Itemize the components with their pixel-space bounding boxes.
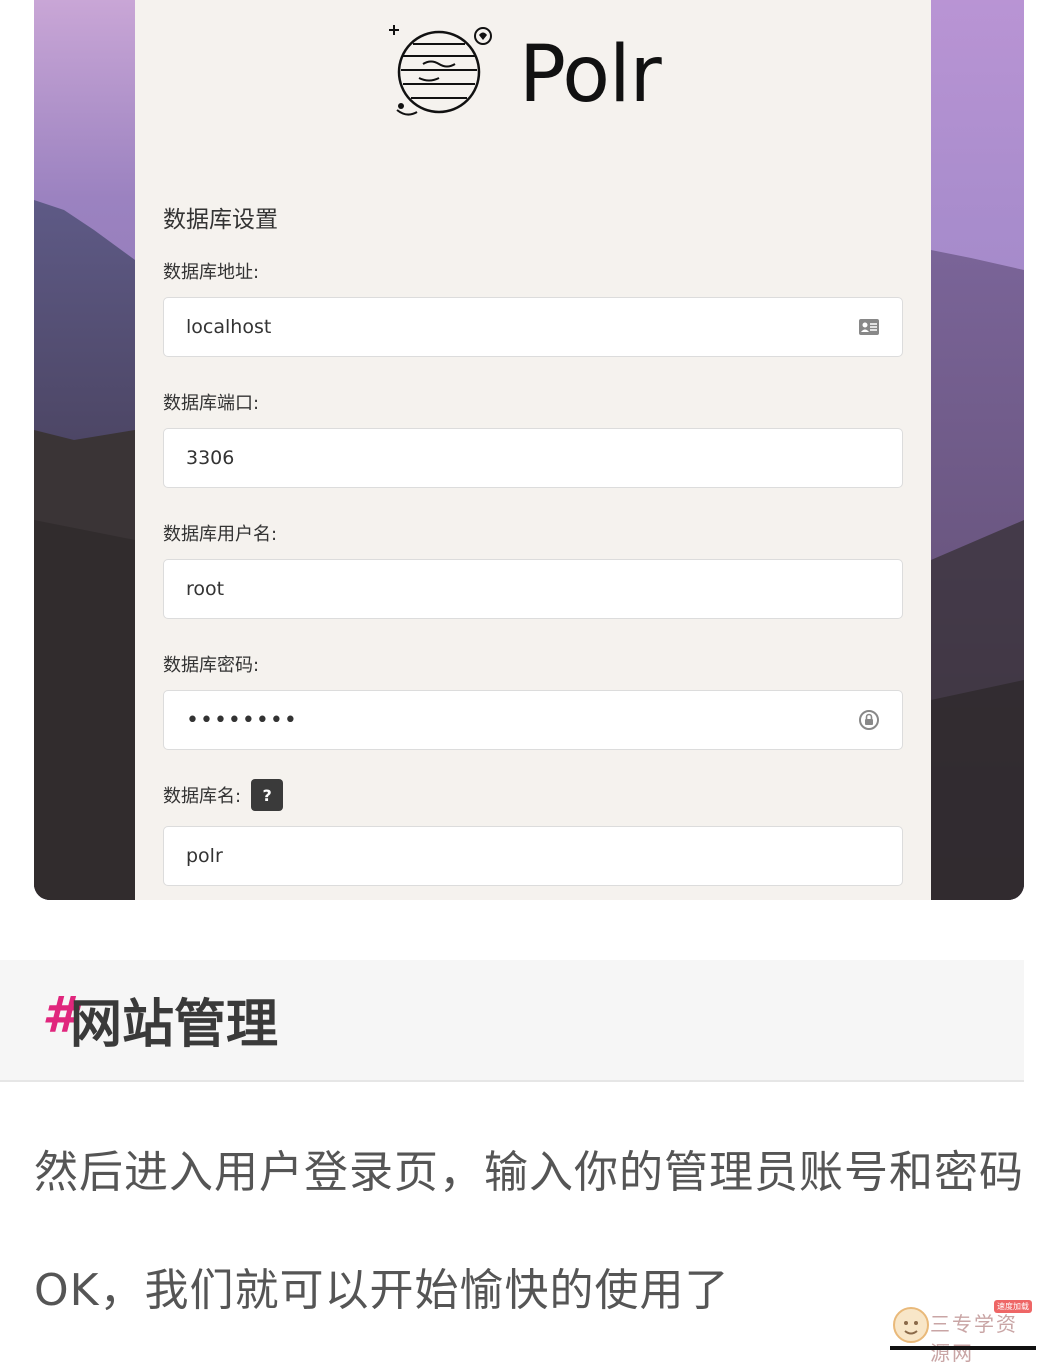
mountain-background-left bbox=[34, 0, 135, 900]
db-username-label: 数据库用户名: bbox=[163, 520, 277, 546]
setup-panel: Polr 数据库设置 数据库地址: localhost 数据库端口: 3306 … bbox=[135, 0, 931, 900]
polr-setup-screenshot: Polr 数据库设置 数据库地址: localhost 数据库端口: 3306 … bbox=[34, 0, 1024, 900]
db-name-label-text: 数据库名: bbox=[163, 786, 242, 807]
db-username-label-text: 数据库用户名: bbox=[163, 524, 278, 545]
article-heading: 网站管理 bbox=[70, 995, 279, 1055]
db-username-value: root bbox=[186, 578, 225, 600]
db-host-input[interactable]: localhost bbox=[163, 297, 903, 357]
db-password-input[interactable]: •••••••• bbox=[163, 690, 903, 750]
db-name-value: polr bbox=[186, 845, 223, 867]
db-password-value: •••••••• bbox=[186, 707, 298, 733]
db-name-input[interactable]: polr bbox=[163, 826, 903, 886]
section-title: 数据库设置 bbox=[163, 207, 278, 233]
db-port-label: 数据库端口: bbox=[163, 389, 259, 415]
article-heading-bar: # 网站管理 bbox=[0, 960, 1024, 1082]
db-port-value: 3306 bbox=[186, 447, 235, 469]
db-port-input[interactable]: 3306 bbox=[163, 428, 903, 488]
db-password-label-text: 数据库密码: bbox=[163, 655, 260, 676]
contact-card-icon[interactable] bbox=[858, 316, 880, 338]
db-username-input[interactable]: root bbox=[163, 559, 903, 619]
db-host-label-text: 数据库地址: bbox=[163, 262, 260, 283]
db-host-value: localhost bbox=[186, 316, 272, 338]
watermark-tag: 速度加载 bbox=[994, 1300, 1032, 1313]
mountain-background-right bbox=[931, 0, 1024, 900]
watermark-avatar-icon bbox=[893, 1307, 929, 1343]
password-key-icon[interactable] bbox=[858, 709, 880, 731]
db-port-label-text: 数据库端口: bbox=[163, 393, 260, 414]
article-paragraph-2: OK，我们就可以开始愉快的使用了 bbox=[34, 1265, 730, 1316]
db-host-label: 数据库地址: bbox=[163, 258, 259, 284]
polr-planet-logo-icon bbox=[389, 25, 492, 116]
brand-name: Polr bbox=[519, 30, 662, 120]
db-name-label: 数据库名: ? bbox=[163, 779, 284, 811]
watermark-bar bbox=[890, 1346, 1036, 1350]
db-password-label: 数据库密码: bbox=[163, 651, 259, 677]
site-watermark: 三专学资源网 速度加载 bbox=[890, 1300, 1036, 1365]
help-button[interactable]: ? bbox=[251, 779, 284, 811]
article-paragraph-1: 然后进入用户登录页，输入你的管理员账号和密码 bbox=[34, 1147, 1024, 1198]
watermark-text: 三专学资源网 bbox=[930, 1312, 1018, 1365]
